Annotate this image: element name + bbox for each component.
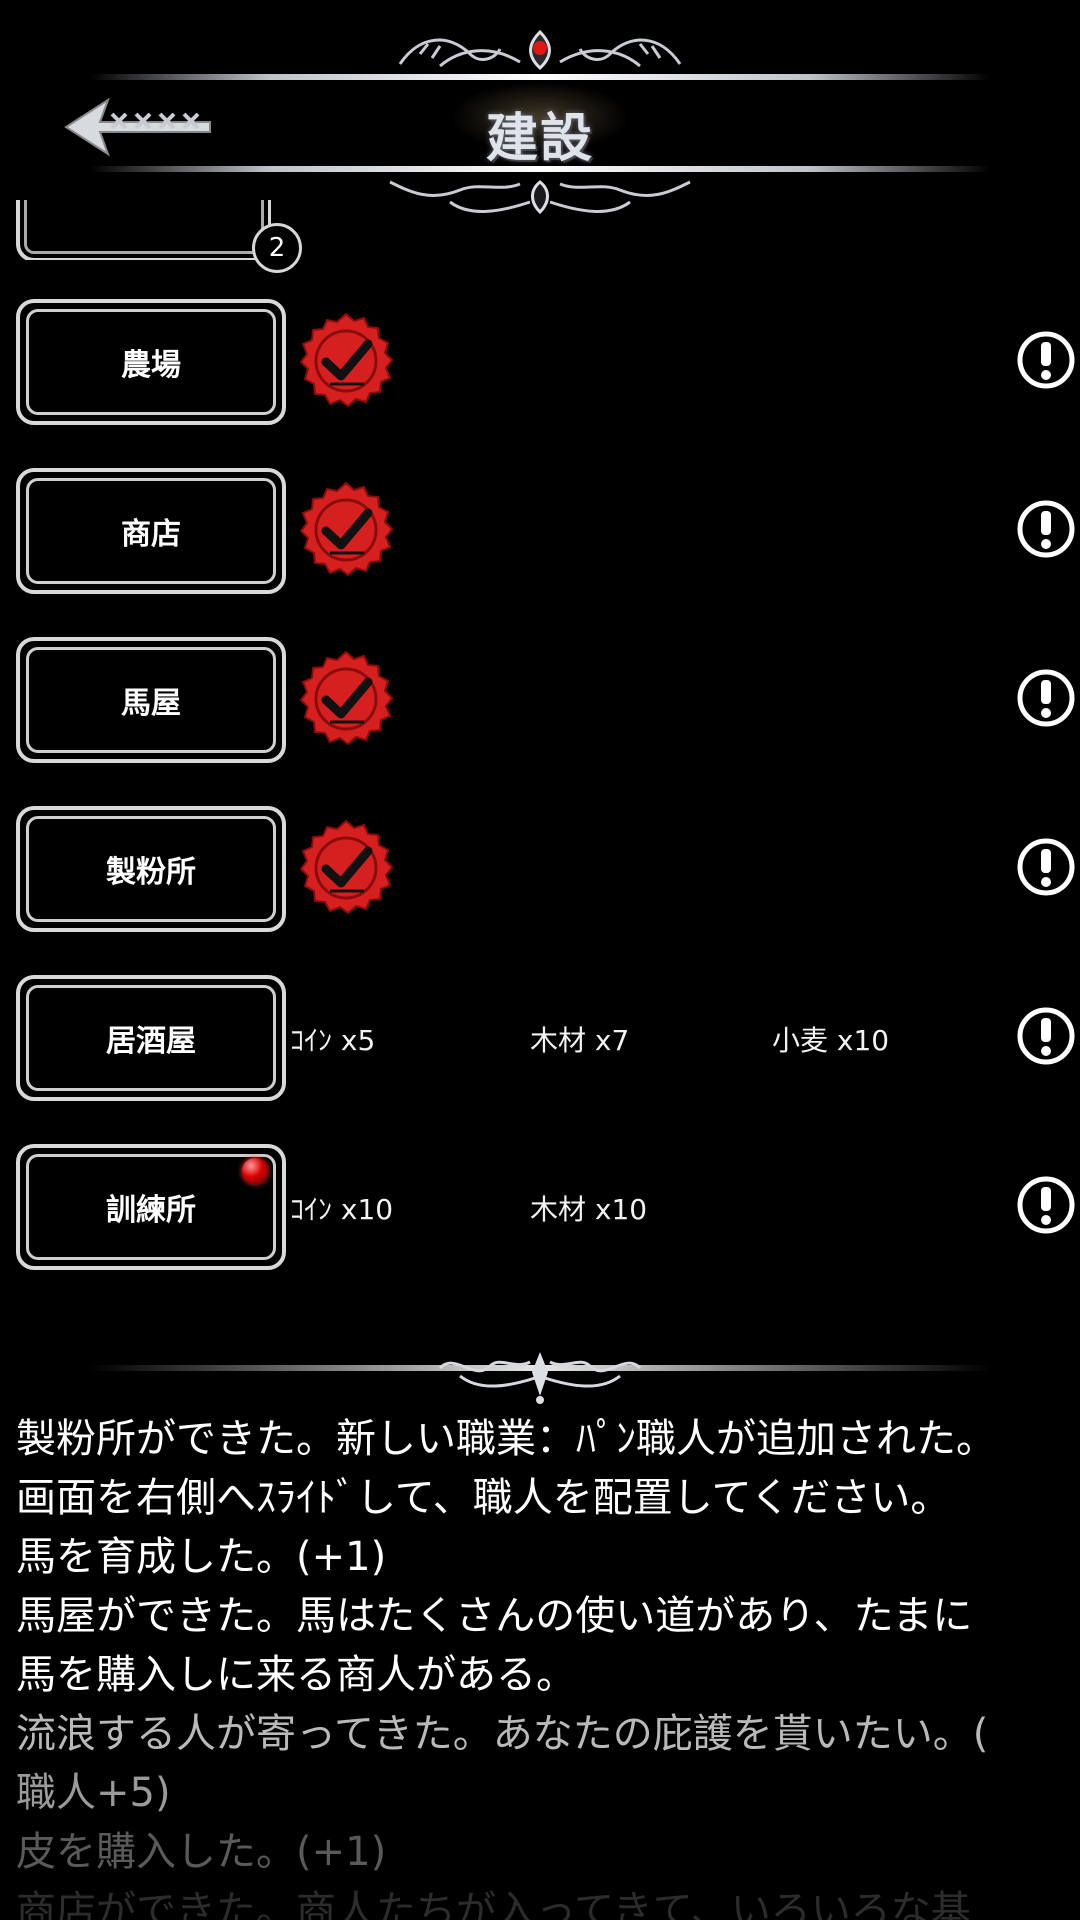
log-line: 職人+5) bbox=[16, 1770, 171, 1816]
header-bar: 建設 bbox=[0, 0, 1080, 225]
building-label: 馬屋 bbox=[121, 686, 181, 721]
building-button-shop[interactable]: 商店 bbox=[16, 468, 286, 594]
building-button-farm[interactable]: 農場 bbox=[16, 299, 286, 425]
building-row: 製粉所 bbox=[0, 806, 1080, 932]
building-button-stable[interactable]: 馬屋 bbox=[16, 637, 286, 763]
building-label: 商店 bbox=[121, 517, 181, 552]
header-bottom-ornament-icon bbox=[389, 180, 691, 215]
previous-building-button-partial[interactable] bbox=[16, 200, 271, 260]
info-exclamation-icon[interactable] bbox=[1016, 668, 1076, 728]
log-line: 画面を右側へｽﾗｲﾄﾞして、職人を配置してください。 bbox=[16, 1475, 951, 1521]
header-top-ornament-icon bbox=[398, 29, 682, 71]
previous-building-frame bbox=[16, 200, 271, 260]
check-seal-icon bbox=[299, 481, 394, 577]
building-row: 居酒屋 ｺｲﾝ x5 木材 x7 小麦 x10 bbox=[0, 975, 1080, 1101]
info-exclamation-icon[interactable] bbox=[1016, 1175, 1076, 1235]
check-seal-icon bbox=[299, 819, 394, 915]
building-label: 居酒屋 bbox=[106, 1024, 196, 1059]
log-line: 馬を育成した。(+1) bbox=[16, 1534, 387, 1580]
count-badge: 2 bbox=[252, 223, 302, 273]
cost-wood: 木材 x10 bbox=[530, 1193, 648, 1226]
info-exclamation-icon[interactable] bbox=[1016, 837, 1076, 897]
cost-wood: 木材 x7 bbox=[530, 1024, 630, 1057]
check-seal-icon bbox=[299, 312, 394, 408]
cost-coin: ｺｲﾝ x10 bbox=[290, 1193, 394, 1226]
building-button-mill[interactable]: 製粉所 bbox=[16, 806, 286, 932]
check-seal-icon bbox=[299, 650, 394, 746]
log-line: 馬を購入しに来る商人がある。 bbox=[16, 1652, 576, 1698]
building-row: 訓練所 ｺｲﾝ x10 木材 x10 bbox=[0, 1144, 1080, 1270]
building-row: 商店 bbox=[0, 468, 1080, 594]
cost-coin: ｺｲﾝ x5 bbox=[290, 1024, 376, 1057]
log-line: 皮を購入した。(+1) bbox=[16, 1829, 387, 1875]
cost-wheat: 小麦 x10 bbox=[772, 1024, 890, 1057]
header-top-rule bbox=[90, 74, 990, 80]
info-exclamation-icon[interactable] bbox=[1016, 1006, 1076, 1066]
back-arrow-icon[interactable] bbox=[60, 92, 220, 162]
filigree-divider-icon bbox=[90, 1352, 990, 1404]
building-row: 馬屋 bbox=[0, 637, 1080, 763]
info-exclamation-icon[interactable] bbox=[1016, 330, 1076, 390]
log-line: 馬屋ができた。馬はたくさんの使い道があり、たまに bbox=[16, 1593, 973, 1639]
new-indicator-dot bbox=[242, 1158, 268, 1184]
log-line: 流浪する人が寄ってきた。あなたの庇護を貰いたい。( bbox=[16, 1711, 989, 1757]
log-line: 製粉所ができた。新しい職業：ﾊﾟﾝ職人が追加された。 bbox=[16, 1416, 996, 1462]
building-label: 製粉所 bbox=[106, 855, 196, 890]
building-button-training[interactable]: 訓練所 bbox=[16, 1144, 286, 1270]
building-row: 農場 bbox=[0, 299, 1080, 425]
info-exclamation-icon[interactable] bbox=[1016, 499, 1076, 559]
building-label: 農場 bbox=[121, 348, 181, 383]
log-line: 商店ができた。商人たちが入ってきて、いろいろな基 bbox=[16, 1888, 971, 1920]
event-log[interactable]: 製粉所ができた。新しい職業：ﾊﾟﾝ職人が追加された。 画面を右側へｽﾗｲﾄﾞして… bbox=[16, 1410, 1066, 1920]
building-button-tavern[interactable]: 居酒屋 bbox=[16, 975, 286, 1101]
